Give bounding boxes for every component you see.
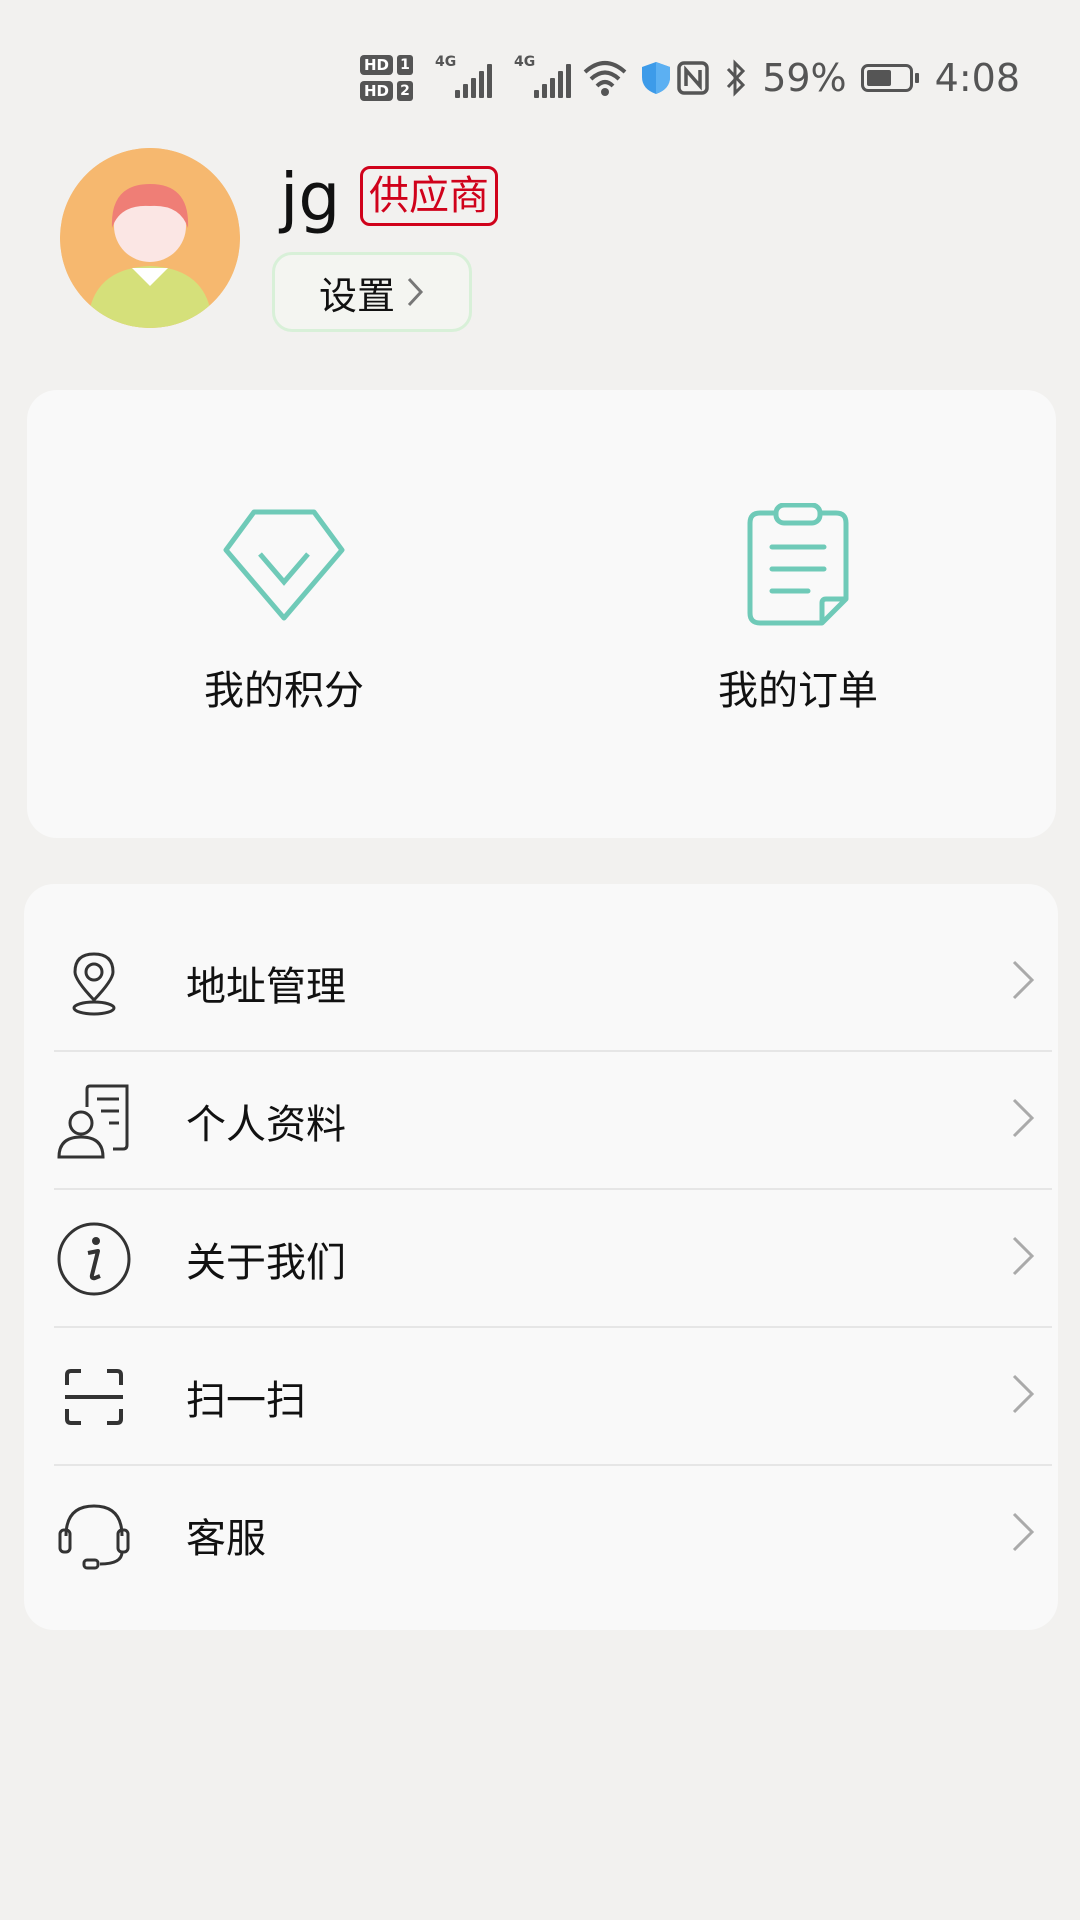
- signal-icon: 4G: [435, 54, 493, 98]
- hd-num: 2: [397, 81, 414, 101]
- menu-item-label: 关于我们: [186, 1240, 346, 1286]
- location-pin-icon: [54, 943, 134, 1023]
- my-orders-label: 我的订单: [718, 668, 878, 714]
- menu-list: 地址管理 个人资料 关于我们 扫一扫 客服: [24, 884, 1058, 1630]
- nfc-icon: [677, 61, 709, 95]
- chevron-right-icon: [407, 277, 424, 307]
- role-badge: 供应商: [360, 166, 498, 226]
- profile-card-icon: [54, 1081, 134, 1161]
- menu-item-label: 客服: [186, 1516, 266, 1562]
- chevron-right-icon: [1012, 1236, 1035, 1276]
- menu-item-scan[interactable]: 扫一扫: [54, 1328, 1052, 1466]
- settings-label: 设置: [318, 273, 395, 318]
- username: jg: [280, 159, 341, 236]
- avatar-illustration: [60, 148, 240, 328]
- clock: 4:08: [934, 56, 1020, 100]
- clipboard-icon: [733, 500, 863, 630]
- profile-header: jg 供应商 设置: [60, 148, 1020, 338]
- menu-item-label: 个人资料: [186, 1102, 346, 1148]
- settings-button[interactable]: 设置: [272, 252, 472, 332]
- quick-actions-card: 我的积分 我的订单: [27, 390, 1056, 838]
- battery-icon: [860, 64, 919, 92]
- headset-icon: [54, 1495, 134, 1575]
- hd-label: HD: [360, 81, 394, 101]
- battery-percent: 59%: [762, 56, 847, 100]
- hd-indicators: HD 1 HD 2: [360, 55, 414, 101]
- chevron-right-icon: [1012, 960, 1035, 1000]
- scan-icon: [54, 1357, 134, 1437]
- status-bar: HD 1 HD 2 4G 4G 59% 4:08: [0, 0, 1080, 120]
- my-points-button[interactable]: 我的积分: [27, 390, 541, 838]
- chevron-right-icon: [1012, 1512, 1035, 1552]
- menu-item-customer-service[interactable]: 客服: [54, 1466, 1052, 1604]
- menu-item-profile[interactable]: 个人资料: [54, 1052, 1052, 1190]
- my-points-label: 我的积分: [204, 668, 364, 714]
- wifi-icon: [583, 61, 627, 96]
- menu-item-label: 地址管理: [186, 964, 346, 1010]
- bluetooth-icon: [727, 59, 746, 97]
- network-type: 4G: [514, 54, 536, 70]
- chevron-right-icon: [1012, 1374, 1035, 1414]
- hd-label: HD: [360, 55, 394, 75]
- chevron-right-icon: [1012, 1098, 1035, 1138]
- signal-icon: 4G: [514, 54, 572, 98]
- network-type: 4G: [435, 54, 457, 70]
- menu-item-address[interactable]: 地址管理: [54, 914, 1052, 1052]
- shield-icon: [642, 62, 671, 94]
- diamond-icon: [219, 500, 349, 630]
- hd-num: 1: [397, 55, 414, 75]
- menu-item-about[interactable]: 关于我们: [54, 1190, 1052, 1328]
- menu-item-label: 扫一扫: [186, 1378, 306, 1424]
- avatar[interactable]: [60, 148, 240, 328]
- info-icon: [54, 1219, 134, 1299]
- my-orders-button[interactable]: 我的订单: [541, 390, 1055, 838]
